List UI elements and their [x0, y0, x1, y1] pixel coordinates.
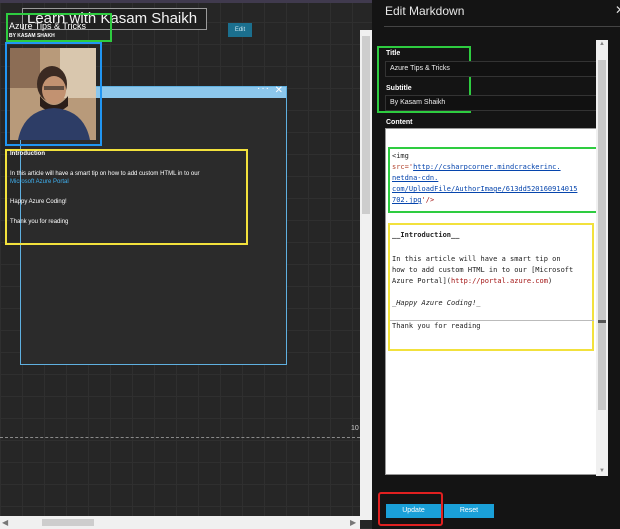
- code-line: Azure Portal](http://portal.azure.com): [392, 277, 553, 285]
- scroll-right-icon[interactable]: ▶: [350, 516, 356, 529]
- blade-title: Edit Markdown: [385, 4, 465, 18]
- active-line-indicator: [390, 320, 594, 321]
- top-bar: [0, 0, 372, 3]
- tile-thanks-text: Thank you for reading: [10, 219, 69, 225]
- azure-portal-link[interactable]: Microsoft Azure Portal: [10, 179, 69, 185]
- code-line: _Happy Azure Coding!_: [392, 299, 481, 307]
- tile-para-text: In this article will have a smart tip on…: [10, 171, 200, 177]
- scroll-down-icon[interactable]: ▼: [599, 468, 605, 474]
- tile-intro-heading: Introduction: [10, 151, 45, 157]
- more-icon[interactable]: ···: [257, 83, 270, 94]
- divider: [384, 26, 620, 27]
- scroll-left-icon[interactable]: ◀: [2, 516, 8, 529]
- title-label: Title: [386, 50, 401, 57]
- code-line: com/UploadFile/AuthorImage/613dd52016091…: [392, 185, 578, 193]
- reset-button[interactable]: Reset: [444, 504, 494, 518]
- canvas-vertical-scrollbar[interactable]: [360, 30, 372, 520]
- page-marker: 10: [351, 425, 359, 432]
- tile-subtitle: BY KASAM SHAKH: [9, 33, 55, 39]
- code-line: 702.jpg'/>: [392, 196, 435, 204]
- dashboard-canvas: Learn with Kasam Shaikh 10 ··· ✕ Azure T…: [0, 0, 372, 529]
- edit-button[interactable]: Edit: [228, 23, 252, 37]
- code-line: <img: [392, 152, 409, 160]
- code-line: src='http://csharpcorner.mindcrackerinc.: [392, 163, 561, 171]
- scroll-up-icon[interactable]: ▲: [599, 41, 605, 47]
- close-icon[interactable]: ✕: [275, 85, 283, 96]
- tile-paragraph: In this article will have a smart tip on…: [10, 170, 246, 186]
- author-photo: [10, 48, 96, 140]
- code-line: netdna-cdn.: [392, 174, 439, 182]
- close-icon[interactable]: ✕: [615, 3, 620, 17]
- content-vertical-scrollbar[interactable]: ▲ ▼: [596, 40, 608, 476]
- content-highlight-box: [5, 149, 248, 245]
- code-line: __Introduction__: [392, 231, 460, 239]
- page-boundary-line: [0, 437, 360, 438]
- code-line: how to add custom HTML in to our [Micros…: [392, 266, 574, 274]
- subtitle-input[interactable]: By Kasam Shaikh: [385, 95, 607, 111]
- tile-title: Azure Tips & Tricks: [9, 21, 87, 31]
- title-input[interactable]: Azure Tips & Tricks: [385, 61, 607, 77]
- code-line: Thank you for reading: [392, 322, 481, 330]
- tile-happy-text: Happy Azure Coding!: [10, 199, 67, 205]
- content-label: Content: [386, 119, 413, 126]
- subtitle-label: Subtitle: [386, 85, 412, 92]
- canvas-horizontal-scrollbar[interactable]: ◀ ▶: [0, 516, 360, 529]
- code-line: In this article will have a smart tip on: [392, 255, 561, 263]
- update-button[interactable]: Update: [386, 504, 441, 518]
